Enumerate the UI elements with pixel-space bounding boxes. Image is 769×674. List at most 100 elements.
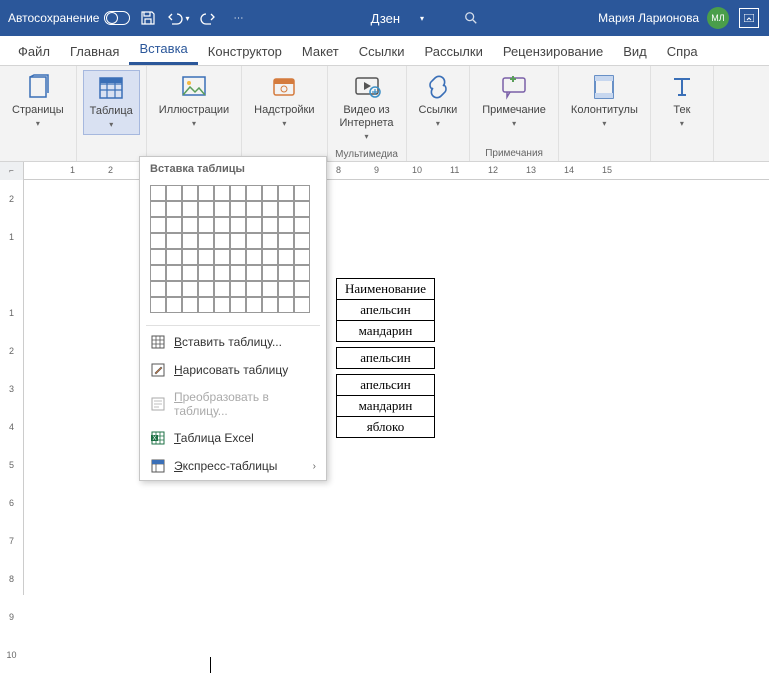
grid-cell[interactable] — [294, 201, 310, 217]
grid-cell[interactable] — [262, 297, 278, 313]
excel-table-item[interactable]: XТаблица Excel — [140, 424, 326, 452]
search-icon[interactable] — [464, 11, 478, 25]
grid-cell[interactable] — [262, 281, 278, 297]
grid-cell[interactable] — [150, 281, 166, 297]
table-cell[interactable]: яблоко — [337, 417, 435, 438]
grid-cell[interactable] — [182, 233, 198, 249]
grid-cell[interactable] — [294, 233, 310, 249]
grid-cell[interactable] — [294, 217, 310, 233]
grid-cell[interactable] — [182, 185, 198, 201]
insert-table-item[interactable]: Вставить таблицу... — [140, 328, 326, 356]
tab-вставка[interactable]: Вставка — [129, 35, 197, 65]
grid-cell[interactable] — [214, 281, 230, 297]
grid-cell[interactable] — [278, 297, 294, 313]
user-name[interactable]: Мария Ларионова — [598, 11, 699, 25]
grid-cell[interactable] — [150, 233, 166, 249]
grid-cell[interactable] — [166, 185, 182, 201]
tab-вид[interactable]: Вид — [613, 38, 657, 65]
grid-cell[interactable] — [198, 185, 214, 201]
grid-cell[interactable] — [262, 217, 278, 233]
grid-cell[interactable] — [214, 233, 230, 249]
grid-cell[interactable] — [150, 249, 166, 265]
grid-cell[interactable] — [198, 281, 214, 297]
tab-конструктор[interactable]: Конструктор — [198, 38, 292, 65]
grid-cell[interactable] — [182, 217, 198, 233]
grid-cell[interactable] — [214, 201, 230, 217]
tab-спра[interactable]: Спра — [657, 38, 708, 65]
grid-cell[interactable] — [262, 265, 278, 281]
grid-cell[interactable] — [278, 217, 294, 233]
grid-cell[interactable] — [214, 297, 230, 313]
table-grid-picker[interactable] — [140, 181, 326, 323]
grid-cell[interactable] — [150, 265, 166, 281]
grid-cell[interactable] — [294, 185, 310, 201]
grid-cell[interactable] — [214, 185, 230, 201]
draw-table-item[interactable]: Нарисовать таблицу — [140, 356, 326, 384]
grid-cell[interactable] — [246, 233, 262, 249]
text-button[interactable]: Тек▾ — [657, 70, 707, 133]
grid-cell[interactable] — [246, 185, 262, 201]
undo-button[interactable]: ▾ — [166, 6, 190, 30]
pages-button[interactable]: Страницы▾ — [6, 70, 70, 133]
tab-ссылки[interactable]: Ссылки — [349, 38, 415, 65]
grid-cell[interactable] — [198, 297, 214, 313]
grid-cell[interactable] — [166, 265, 182, 281]
comment-button[interactable]: Примечание▾ — [476, 70, 552, 133]
grid-cell[interactable] — [166, 297, 182, 313]
grid-cell[interactable] — [230, 233, 246, 249]
grid-cell[interactable] — [278, 249, 294, 265]
grid-cell[interactable] — [198, 201, 214, 217]
video-button[interactable]: Видео изИнтернета▾ — [334, 70, 400, 147]
grid-cell[interactable] — [230, 201, 246, 217]
grid-cell[interactable] — [262, 249, 278, 265]
grid-cell[interactable] — [166, 249, 182, 265]
grid-cell[interactable] — [294, 297, 310, 313]
grid-cell[interactable] — [150, 201, 166, 217]
avatar[interactable]: МЛ — [707, 7, 729, 29]
grid-cell[interactable] — [294, 265, 310, 281]
table-cell[interactable]: апельсин — [337, 375, 435, 396]
vertical-ruler[interactable]: 2112345678910 — [0, 180, 24, 595]
grid-cell[interactable] — [262, 233, 278, 249]
grid-cell[interactable] — [278, 265, 294, 281]
table-button[interactable]: Таблица▾ — [83, 70, 140, 135]
grid-cell[interactable] — [294, 281, 310, 297]
grid-cell[interactable] — [246, 265, 262, 281]
grid-cell[interactable] — [182, 249, 198, 265]
grid-cell[interactable] — [166, 281, 182, 297]
table-cell[interactable]: апельсин — [337, 348, 435, 369]
quick-tables-item[interactable]: Экспресс-таблицы› — [140, 452, 326, 480]
grid-cell[interactable] — [214, 265, 230, 281]
grid-cell[interactable] — [278, 185, 294, 201]
grid-cell[interactable] — [294, 249, 310, 265]
grid-cell[interactable] — [278, 281, 294, 297]
table-cell[interactable]: апельсин — [337, 300, 435, 321]
tab-рассылки[interactable]: Рассылки — [414, 38, 492, 65]
table-cell[interactable]: Наименование — [337, 279, 435, 300]
grid-cell[interactable] — [150, 217, 166, 233]
grid-cell[interactable] — [246, 249, 262, 265]
grid-cell[interactable] — [230, 297, 246, 313]
grid-cell[interactable] — [246, 281, 262, 297]
grid-cell[interactable] — [182, 201, 198, 217]
grid-cell[interactable] — [166, 201, 182, 217]
grid-cell[interactable] — [198, 233, 214, 249]
ribbon-display-button[interactable] — [737, 6, 761, 30]
grid-cell[interactable] — [214, 249, 230, 265]
addins-button[interactable]: Надстройки▾ — [248, 70, 320, 133]
save-button[interactable] — [136, 6, 160, 30]
grid-cell[interactable] — [150, 185, 166, 201]
grid-cell[interactable] — [198, 249, 214, 265]
grid-cell[interactable] — [246, 201, 262, 217]
grid-cell[interactable] — [198, 265, 214, 281]
grid-cell[interactable] — [182, 297, 198, 313]
grid-cell[interactable] — [278, 201, 294, 217]
grid-cell[interactable] — [246, 217, 262, 233]
qat-more-button[interactable]: ⋯ — [226, 6, 250, 30]
tab-макет[interactable]: Макет — [292, 38, 349, 65]
document-table[interactable]: Наименованиеапельсинмандаринапельсинапел… — [336, 278, 435, 438]
table-cell[interactable]: мандарин — [337, 396, 435, 417]
tab-рецензирование[interactable]: Рецензирование — [493, 38, 613, 65]
grid-cell[interactable] — [166, 217, 182, 233]
tab-главная[interactable]: Главная — [60, 38, 129, 65]
